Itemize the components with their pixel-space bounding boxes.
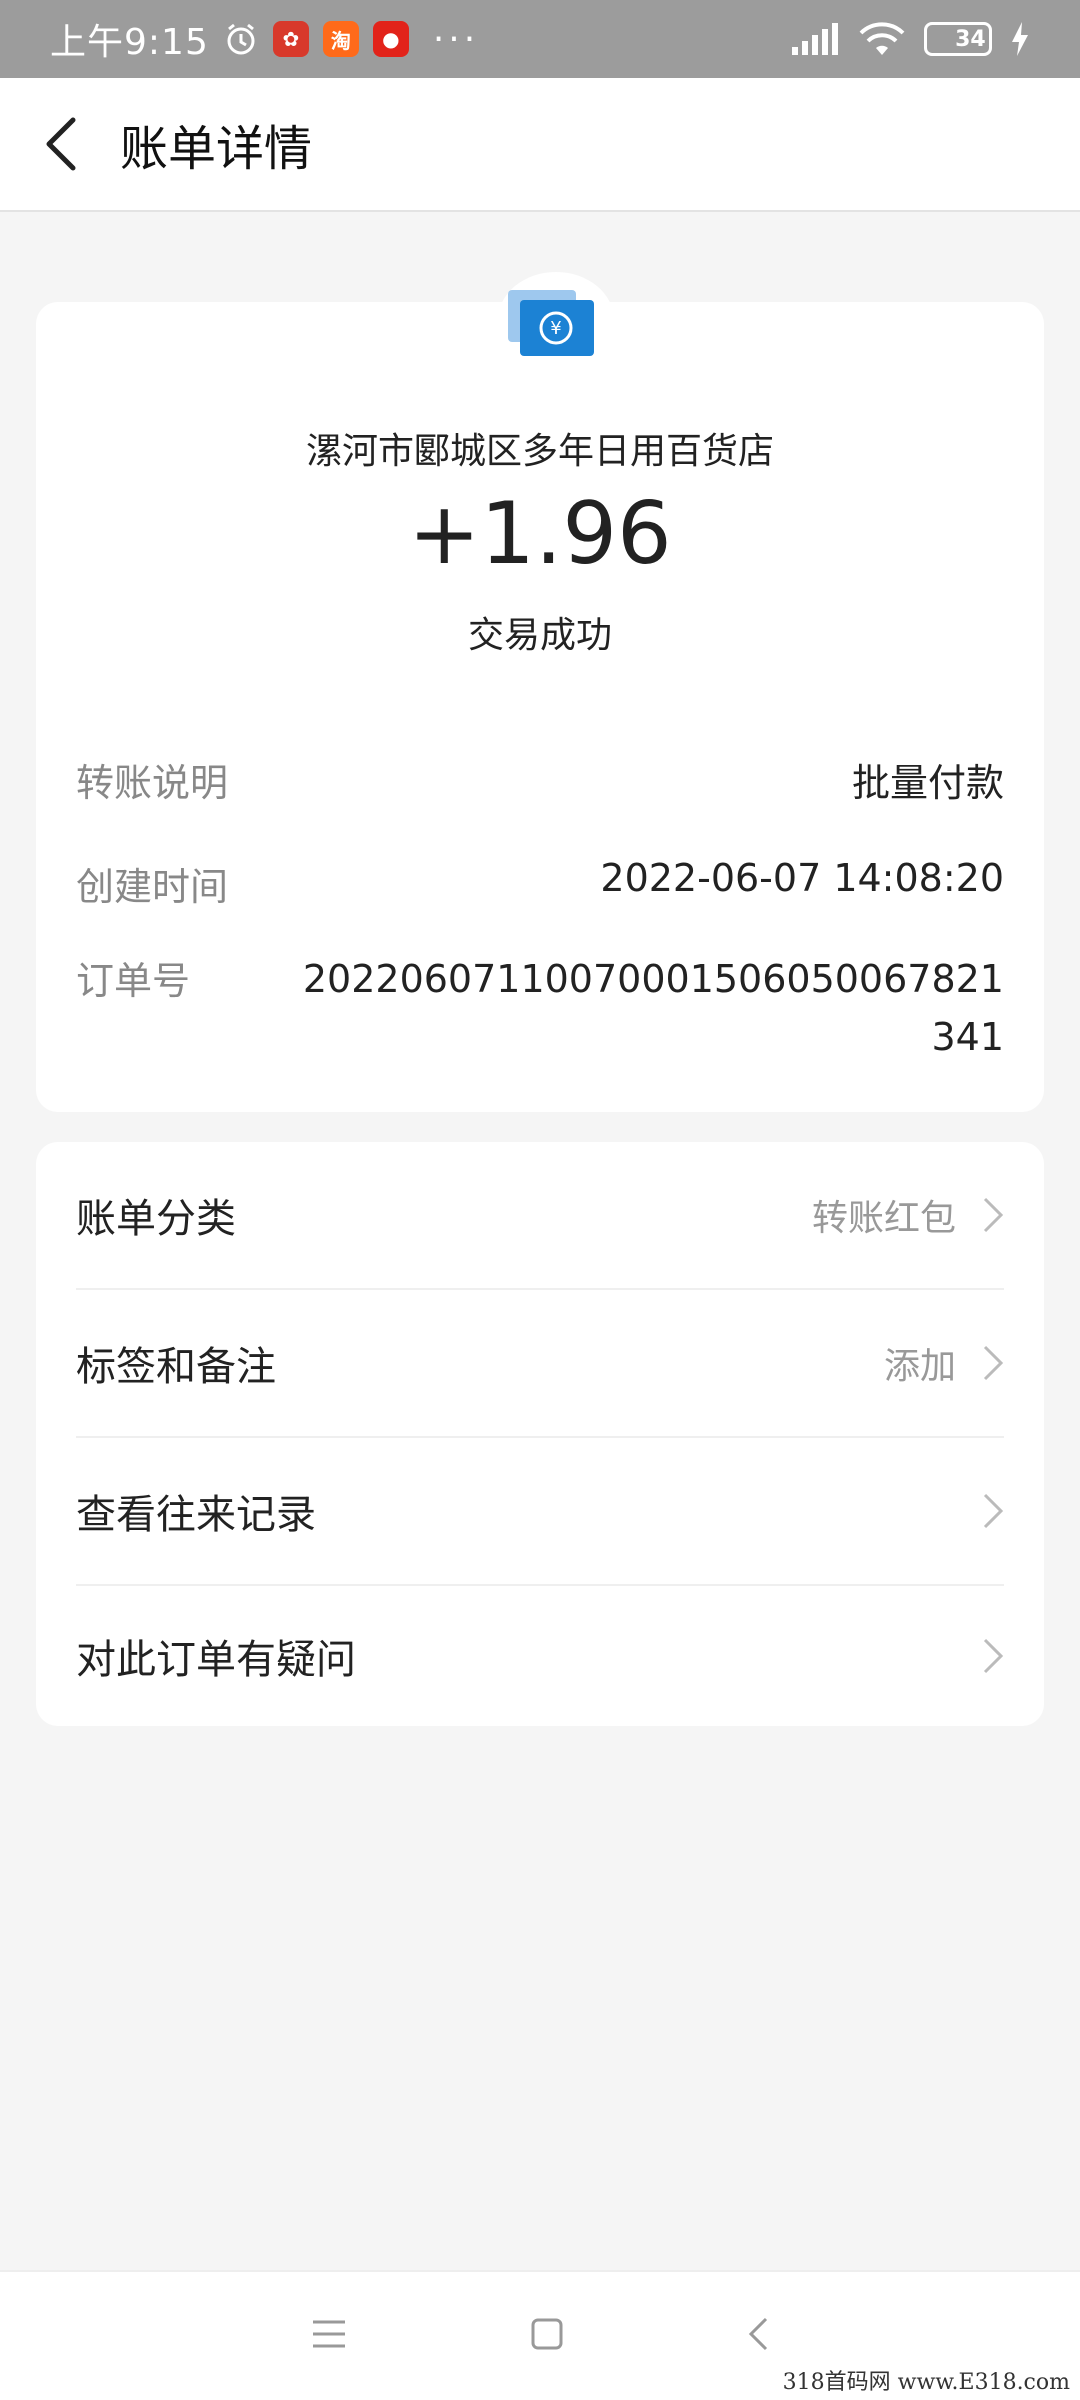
menu-icon — [313, 2320, 346, 2348]
back-nav-button[interactable] — [747, 2316, 769, 2356]
chevron-right-icon — [983, 1493, 1004, 1529]
detail-row-transfer-note: 转账说明 批量付款 — [76, 752, 1004, 807]
menu-item-tags-notes[interactable]: 标签和备注 添加 — [76, 1290, 1004, 1438]
more-notifications-icon: ··· — [432, 18, 480, 60]
charging-icon — [1010, 22, 1030, 56]
detail-label: 订单号 — [76, 959, 191, 1003]
page-title: 账单详情 — [120, 121, 313, 177]
merchant-name: 漯河市郾城区多年日用百货店 — [305, 431, 774, 472]
detail-label: 转账说明 — [76, 761, 229, 805]
signal-icon — [790, 23, 840, 55]
menu-label: 对此订单有疑问 — [76, 1637, 356, 1683]
menu-value: 添加 — [883, 1346, 956, 1387]
detail-row-created-time: 创建时间 2022-06-07 14:08:20 — [76, 856, 1004, 911]
bill-summary-card: ¥ 漯河市郾城区多年日用百货店 +1.96 交易成功 转账说明 批量付款 创建时… — [36, 272, 1044, 1112]
transfer-icon: ¥ — [496, 270, 616, 370]
menu-value: 转账红包 — [811, 1198, 956, 1239]
menu-item-order-question[interactable]: 对此订单有疑问 — [76, 1582, 1004, 1730]
transaction-amount: +1.96 — [408, 484, 672, 584]
menu-label: 查看往来记录 — [76, 1492, 316, 1538]
alarm-icon — [223, 21, 259, 57]
transaction-status: 交易成功 — [467, 615, 612, 656]
detail-value: 2022-06-07 14:08:20 — [600, 856, 1004, 900]
bill-actions-card: 账单分类 转账红包 标签和备注 添加 查看往来记录 对此订单有疑问 — [36, 1142, 1044, 1726]
detail-label: 创建时间 — [76, 865, 229, 909]
menu-label: 标签和备注 — [76, 1344, 276, 1390]
home-nav-button[interactable] — [530, 2317, 564, 2355]
menu-nav-button[interactable] — [311, 2319, 347, 2353]
nav-header: 账单详情 — [0, 78, 1080, 212]
menu-label: 账单分类 — [76, 1196, 236, 1242]
menu-item-view-records[interactable]: 查看往来记录 — [76, 1438, 1004, 1586]
wifi-icon — [858, 21, 906, 57]
detail-value: 批量付款 — [851, 761, 1004, 805]
chevron-right-icon — [983, 1638, 1004, 1674]
watermark: 318首码网 www.E318.com — [782, 2370, 1070, 2395]
menu-item-bill-category[interactable]: 账单分类 转账红包 — [76, 1142, 1004, 1290]
app-notification-icon: ✿ — [272, 21, 309, 57]
home-square-icon — [531, 2318, 563, 2350]
order-number: 20220607110070001506050067821341 — [302, 957, 1004, 1059]
status-bar: 上午9:15 ✿ 淘 ● ··· 34 — [0, 0, 1080, 78]
svg-text:¥: ¥ — [550, 318, 561, 339]
status-time: 上午9:15 — [50, 22, 209, 63]
back-button[interactable] — [0, 77, 120, 211]
back-triangle-icon — [748, 2317, 767, 2351]
chevron-right-icon — [983, 1197, 1004, 1233]
chevron-right-icon — [983, 1345, 1004, 1381]
battery-level: 34 — [955, 26, 986, 52]
jd-notification-icon: ● — [372, 21, 409, 57]
taobao-notification-icon: 淘 — [322, 21, 359, 57]
back-arrow-icon — [46, 117, 76, 171]
detail-row-order-number: 订单号 20220607110070001506050067821341 — [76, 950, 1004, 1066]
battery-icon: 34 — [924, 22, 992, 56]
